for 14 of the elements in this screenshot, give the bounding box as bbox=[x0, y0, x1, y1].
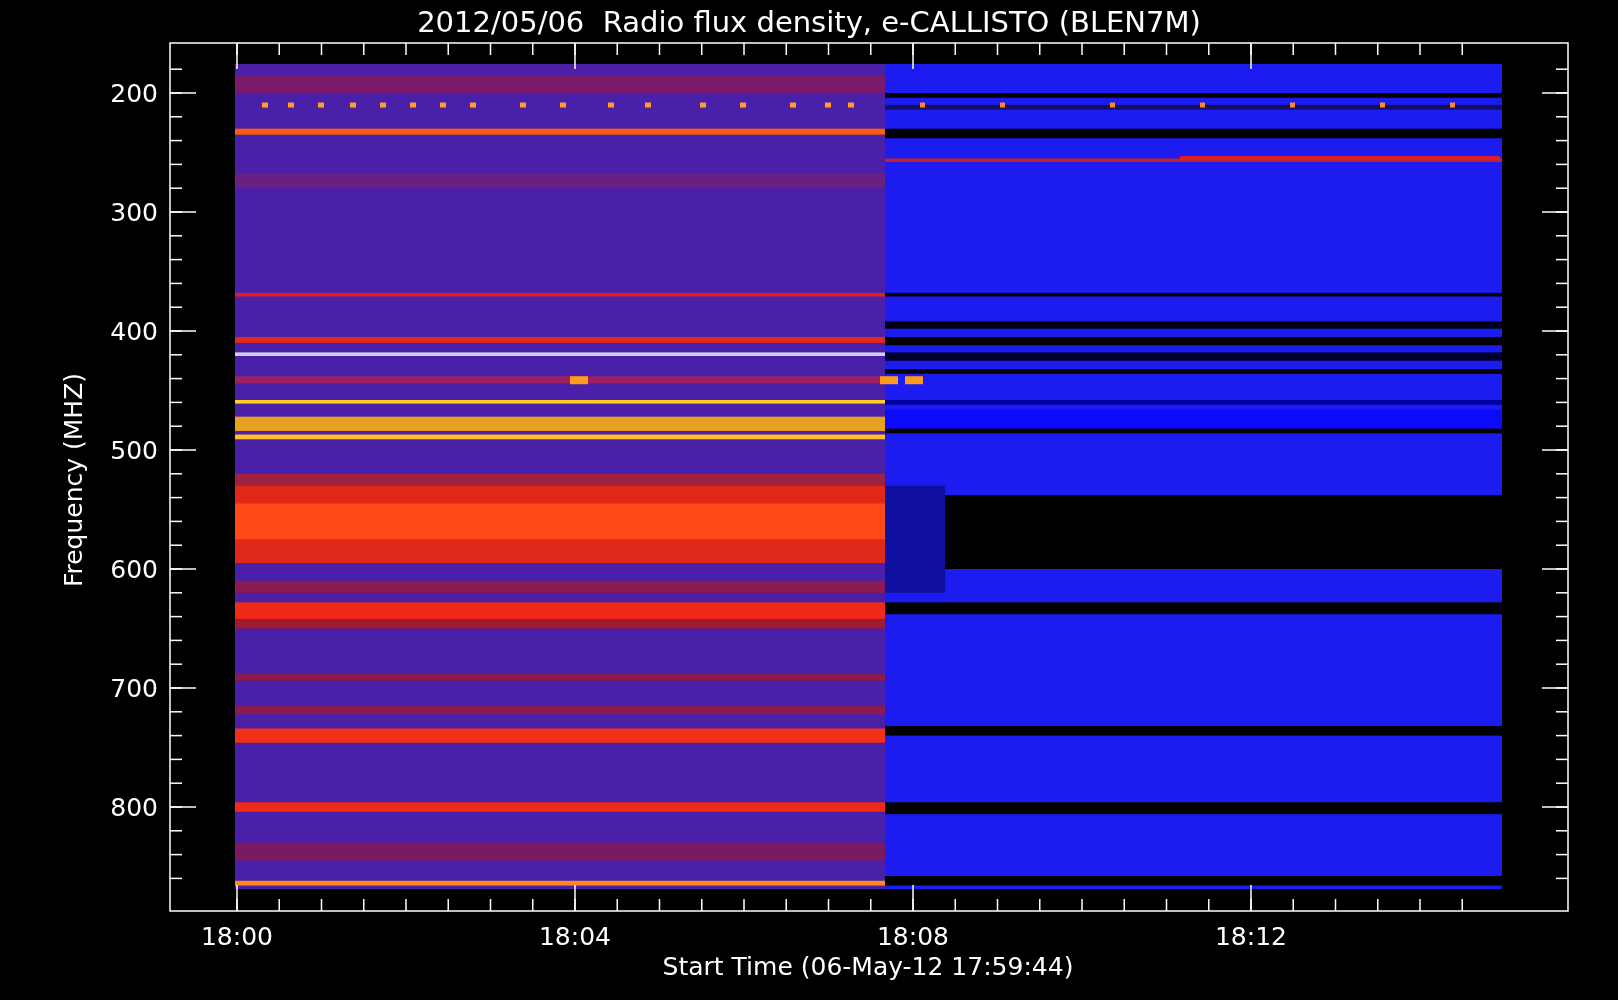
x-tick-label: 18:04 bbox=[539, 922, 611, 951]
y-tick-label: 300 bbox=[110, 198, 158, 227]
y-tick-label: 400 bbox=[110, 317, 158, 346]
y-tick-label: 700 bbox=[110, 674, 158, 703]
y-tick-label: 500 bbox=[110, 436, 158, 465]
y-tick-label: 800 bbox=[110, 793, 158, 822]
y-axis-label: Frequency (MHZ) bbox=[59, 372, 88, 588]
y-tick-label: 600 bbox=[110, 555, 158, 584]
x-axis-label: Start Time (06-May-12 17:59:44) bbox=[662, 952, 1074, 981]
y-tick-label: 200 bbox=[110, 79, 158, 108]
x-tick-label: 18:00 bbox=[201, 922, 273, 951]
chart-title: 2012/05/06 Radio flux density, e-CALLISTO (BLEN7M) bbox=[417, 5, 1201, 39]
x-tick-label: 18:12 bbox=[1215, 922, 1287, 951]
x-tick-label: 18:08 bbox=[877, 922, 949, 951]
